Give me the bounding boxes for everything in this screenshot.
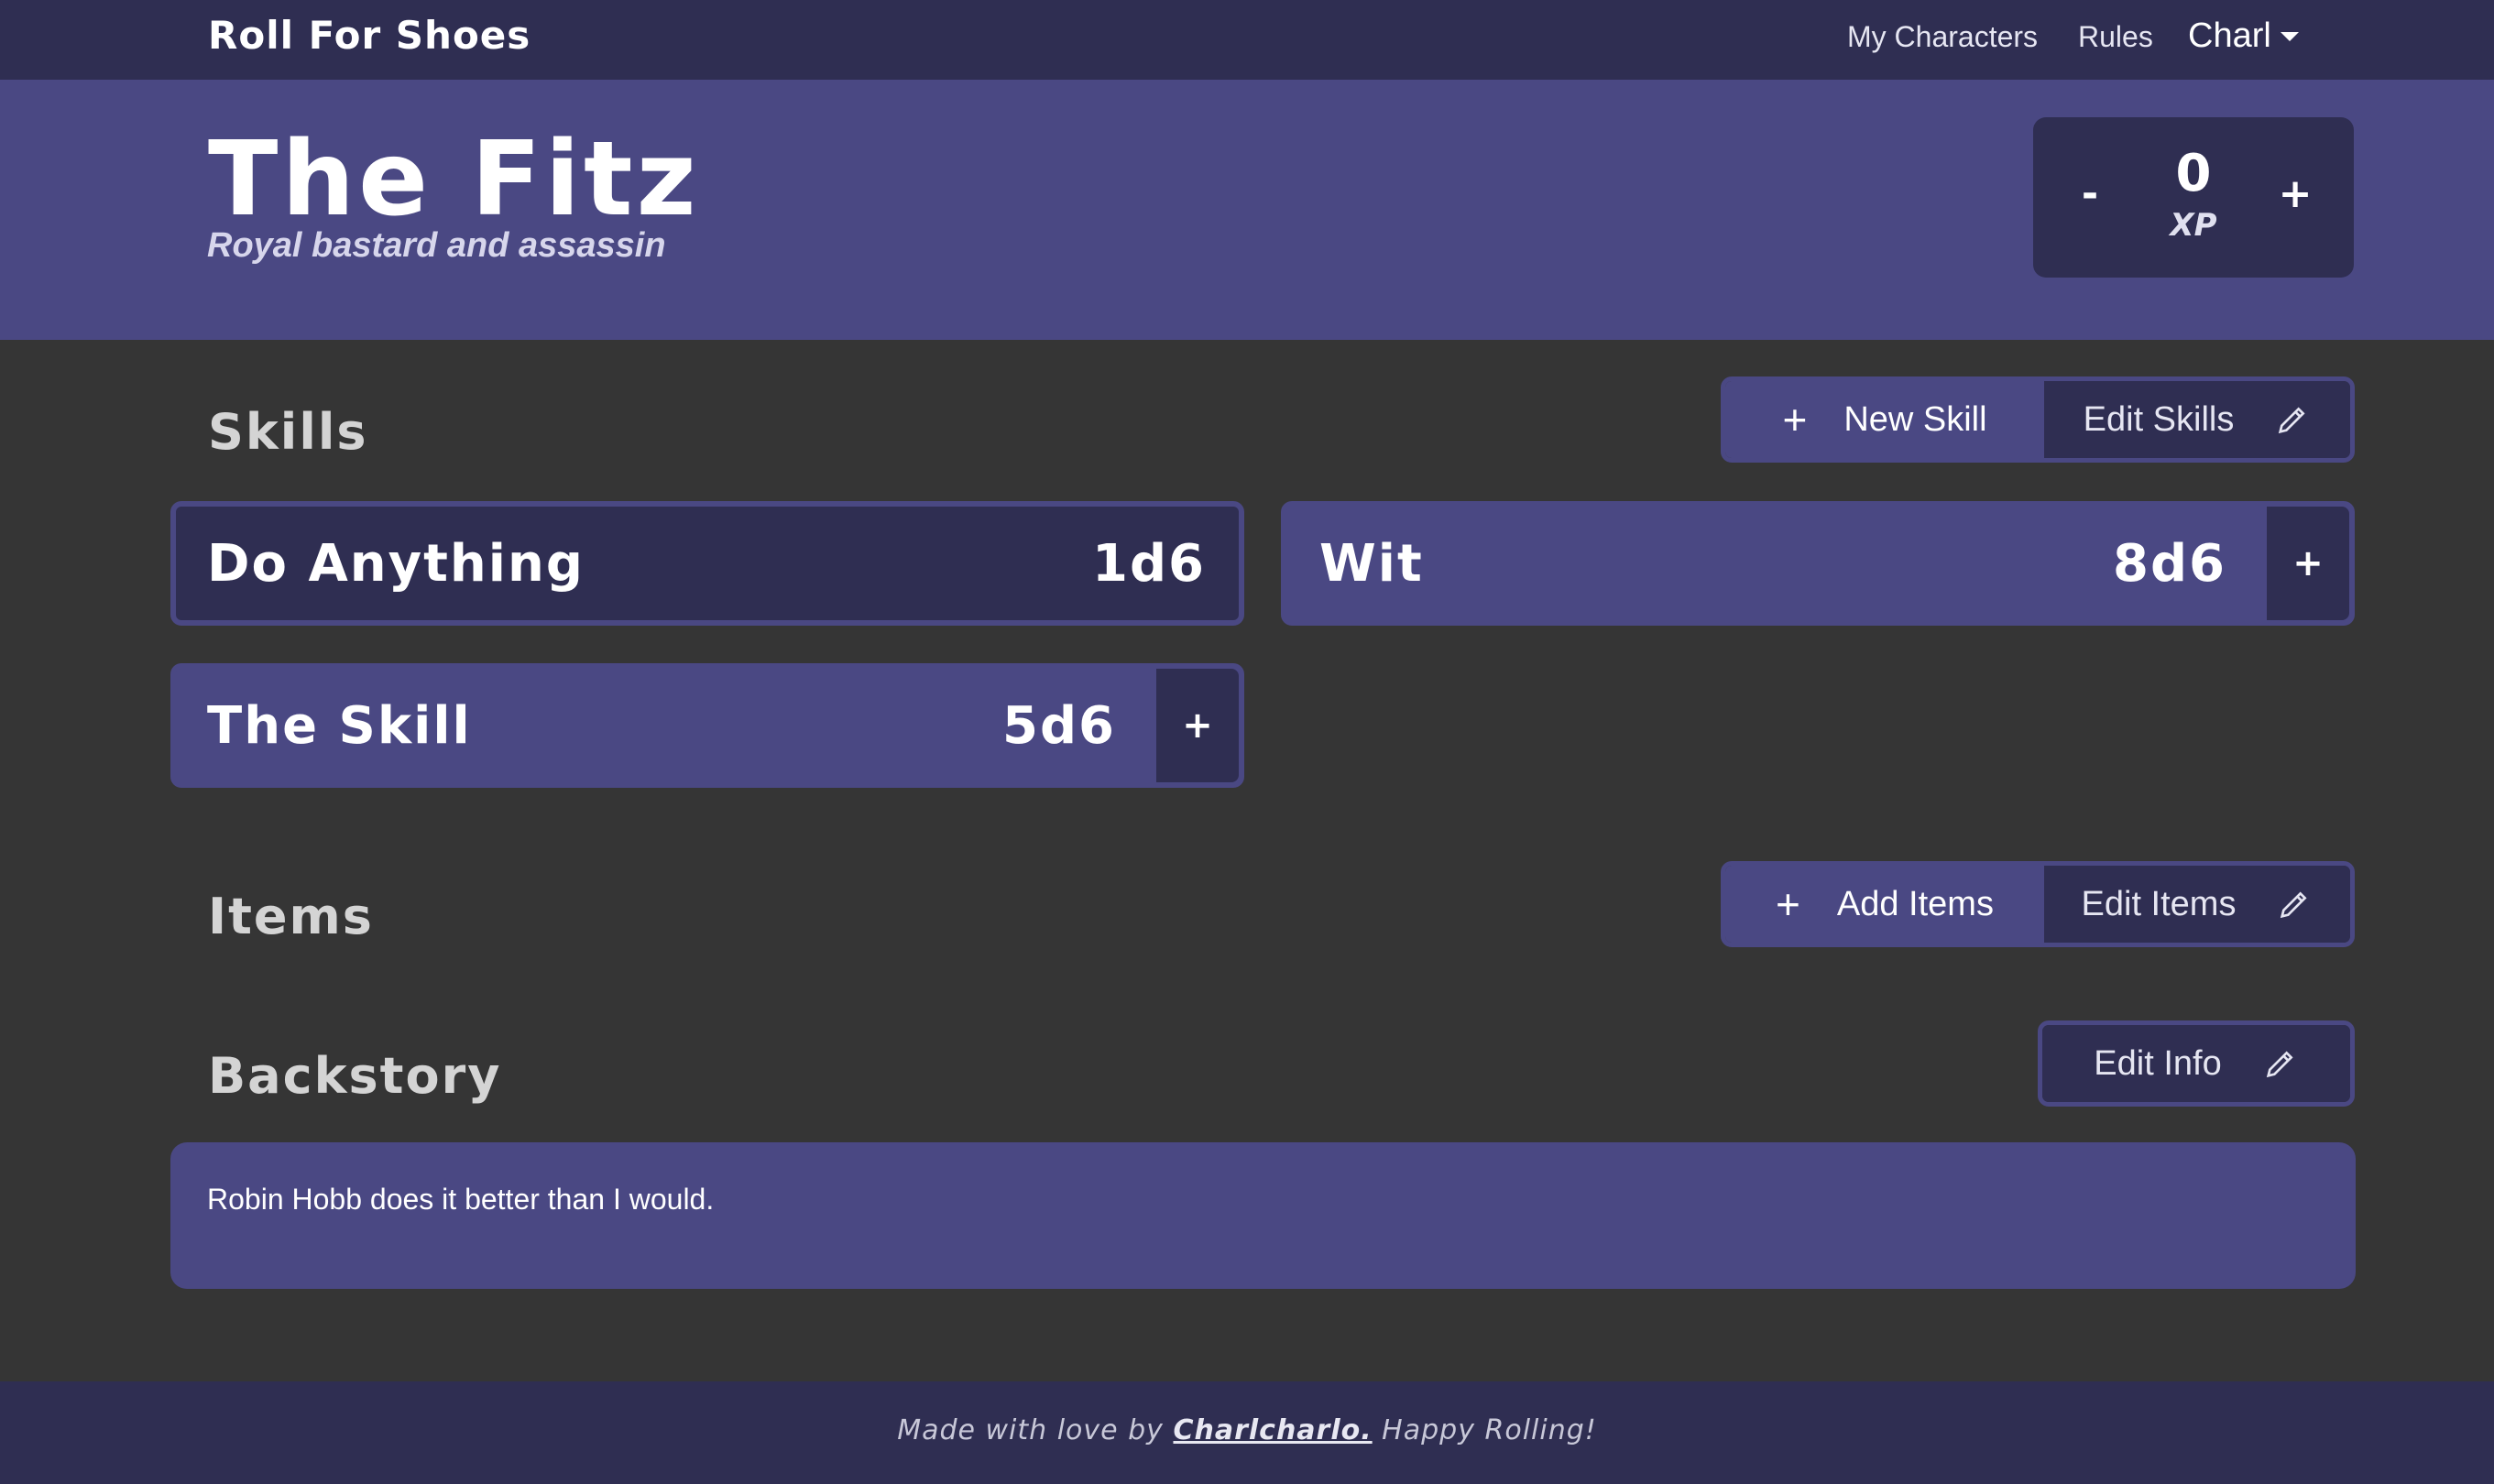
skill-name: The Skill bbox=[207, 695, 472, 756]
pencil-icon bbox=[2266, 1051, 2293, 1078]
navbar: Roll For Shoes My Characters Rules Charl bbox=[0, 0, 2494, 80]
edit-info-button[interactable]: Edit Info bbox=[2042, 1025, 2350, 1102]
add-items-button[interactable]: + Add Items bbox=[1725, 866, 2044, 943]
new-skill-label: New Skill bbox=[1843, 399, 1987, 439]
items-title: Items bbox=[208, 888, 374, 945]
footer-text: Made with love by Charlcharlo. Happy Rol… bbox=[0, 1414, 2494, 1446]
skill-name: Wit bbox=[1319, 533, 1424, 594]
character-header: The Fitz Royal bastard and assassin - 0 … bbox=[0, 80, 2494, 340]
xp-increment-button[interactable]: + bbox=[2268, 167, 2323, 222]
footer-prefix: Made with love by bbox=[897, 1414, 1174, 1446]
skill-dice: 5d6 bbox=[1001, 695, 1116, 756]
user-dropdown[interactable]: Charl bbox=[2188, 16, 2299, 56]
xp-value: 0 bbox=[2175, 144, 2212, 203]
character-description: Royal bastard and assassin bbox=[207, 226, 666, 265]
skills-title: Skills bbox=[208, 403, 368, 461]
edit-skills-label: Edit Skills bbox=[2083, 399, 2235, 439]
backstory-text: Robin Hobb does it better than I would. bbox=[207, 1183, 715, 1216]
skill-card[interactable]: Do Anything 1d6 bbox=[170, 501, 1244, 626]
backstory-button-group: Edit Info bbox=[2038, 1020, 2355, 1107]
footer: Made with love by Charlcharlo. Happy Rol… bbox=[0, 1381, 2494, 1484]
skill-increase-button[interactable]: + bbox=[1156, 669, 1239, 782]
plus-icon: + bbox=[1776, 880, 1800, 928]
skill-dice: 8d6 bbox=[2112, 533, 2226, 594]
backstory-box: Robin Hobb does it better than I would. bbox=[170, 1142, 2356, 1289]
items-button-group: + Add Items Edit Items bbox=[1721, 861, 2355, 947]
footer-suffix: Happy Rolling! bbox=[1372, 1414, 1597, 1446]
backstory-title: Backstory bbox=[208, 1047, 502, 1105]
user-name: Charl bbox=[2188, 16, 2271, 55]
skill-increase-button[interactable]: + bbox=[2267, 507, 2349, 620]
edit-items-label: Edit Items bbox=[2081, 884, 2237, 923]
pencil-icon bbox=[2279, 407, 2305, 434]
new-skill-button[interactable]: + New Skill bbox=[1725, 381, 2044, 458]
skill-card[interactable]: The Skill 5d6 + bbox=[170, 663, 1244, 788]
plus-icon: + bbox=[1782, 396, 1808, 443]
skill-dice: 1d6 bbox=[1091, 533, 1206, 594]
skills-button-group: + New Skill Edit Skills bbox=[1721, 376, 2355, 463]
character-name: The Fitz bbox=[208, 120, 700, 239]
add-items-label: Add Items bbox=[1836, 884, 1994, 923]
author-link[interactable]: Charlcharlo. bbox=[1173, 1414, 1372, 1446]
xp-decrement-button[interactable]: - bbox=[2062, 167, 2117, 222]
edit-info-label: Edit Info bbox=[2094, 1043, 2222, 1083]
edit-items-button[interactable]: Edit Items bbox=[2044, 866, 2350, 943]
pencil-icon bbox=[2281, 891, 2308, 919]
xp-label: XP bbox=[2170, 207, 2217, 244]
nav-my-characters[interactable]: My Characters bbox=[1847, 20, 2038, 54]
xp-counter: - 0 XP + bbox=[2033, 117, 2354, 278]
skill-card[interactable]: Wit 8d6 + bbox=[1281, 501, 2355, 626]
edit-skills-button[interactable]: Edit Skills bbox=[2044, 381, 2350, 458]
nav-rules[interactable]: Rules bbox=[2078, 20, 2153, 54]
skill-name: Do Anything bbox=[207, 533, 585, 594]
caret-down-icon bbox=[2280, 31, 2299, 41]
brand-link[interactable]: Roll For Shoes bbox=[208, 13, 531, 58]
